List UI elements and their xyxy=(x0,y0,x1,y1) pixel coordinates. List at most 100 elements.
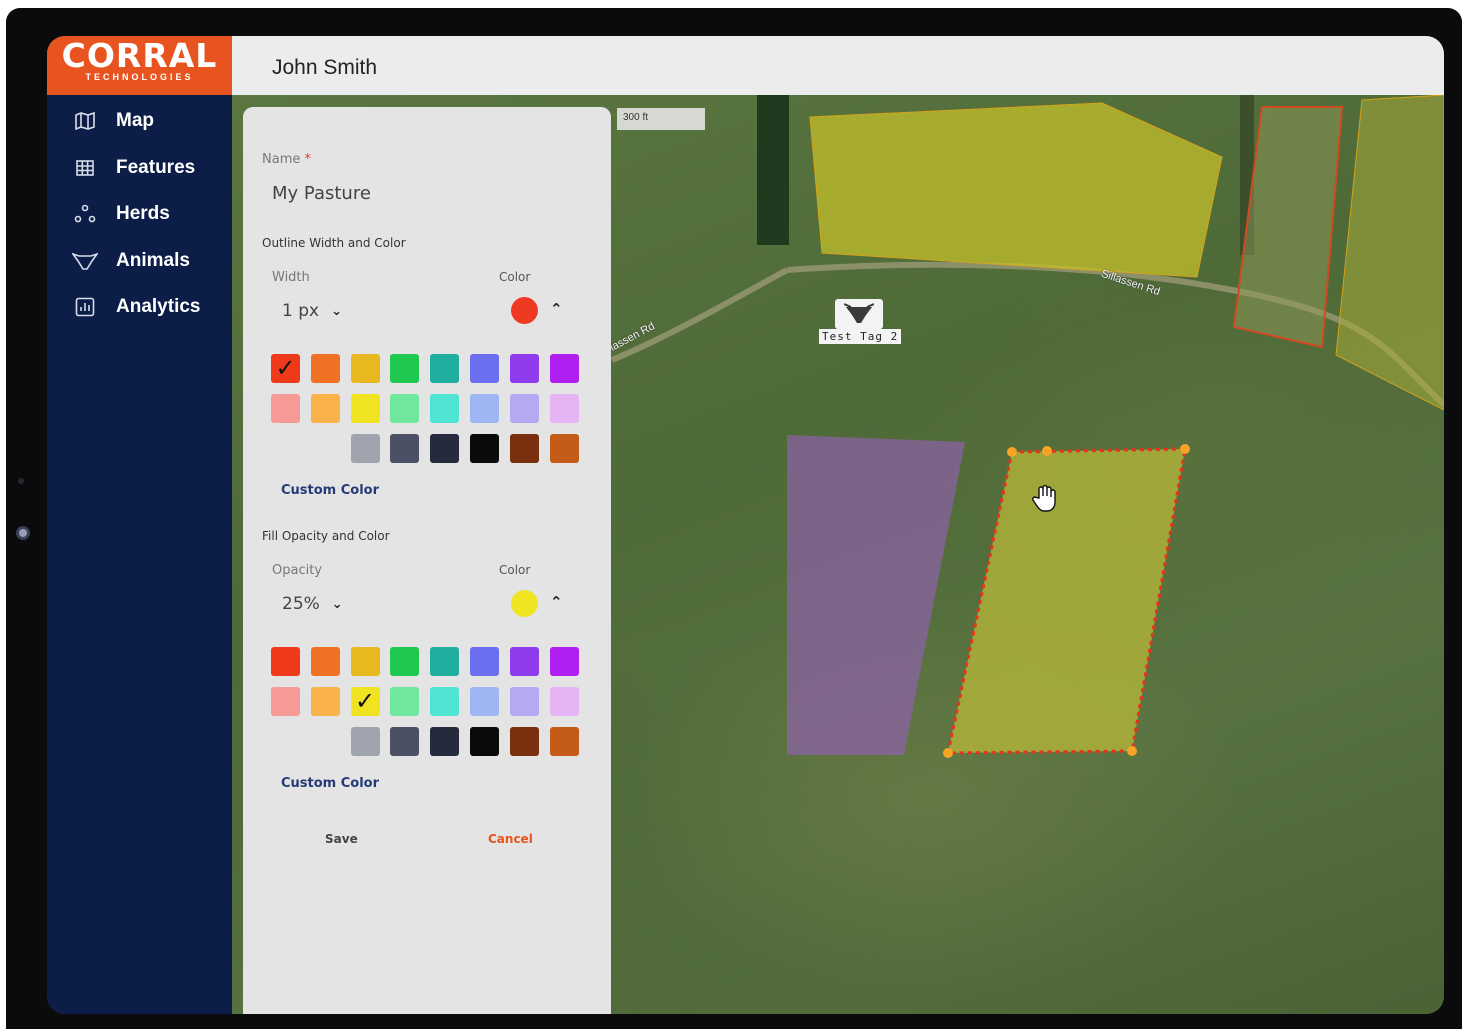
color-swatch[interactable] xyxy=(390,434,420,463)
swatch-row xyxy=(271,394,581,434)
color-swatch[interactable] xyxy=(350,434,380,463)
animal-tag-marker[interactable] xyxy=(835,299,883,329)
opacity-label: Opacity xyxy=(272,563,323,578)
color-swatch[interactable] xyxy=(390,394,420,423)
color-swatch[interactable] xyxy=(310,394,340,423)
far-right-pasture[interactable] xyxy=(1335,95,1444,411)
road-lassen xyxy=(610,267,789,363)
color-swatch[interactable] xyxy=(430,354,460,383)
vertex-handle[interactable] xyxy=(943,748,953,758)
color-swatch[interactable] xyxy=(390,687,420,716)
user-name[interactable]: John Smith xyxy=(272,56,377,80)
color-swatch[interactable] xyxy=(430,727,460,756)
outline-color-swatches: ✓ xyxy=(271,354,581,474)
color-swatch[interactable] xyxy=(470,727,499,756)
color-swatch[interactable] xyxy=(390,647,420,676)
sidebar-item-label: Features xyxy=(116,156,196,178)
color-swatch[interactable] xyxy=(470,687,499,716)
color-swatch[interactable] xyxy=(470,354,499,383)
outline-color-indicator[interactable] xyxy=(511,297,538,324)
outline-section-title: Outline Width and Color xyxy=(262,236,406,250)
color-swatch[interactable] xyxy=(350,394,380,423)
chevron-up-icon[interactable]: ⌃ xyxy=(550,593,563,611)
sidebar-item-analytics[interactable]: Analytics xyxy=(47,284,232,331)
sidebar-item-features[interactable]: Features xyxy=(47,145,232,192)
swatch-row xyxy=(271,434,581,474)
color-swatch[interactable] xyxy=(310,354,340,383)
color-swatch[interactable] xyxy=(390,727,420,756)
grid-icon xyxy=(71,158,99,178)
outline-custom-color-link[interactable]: Custom Color xyxy=(281,483,379,498)
width-dropdown[interactable]: 1 px ⌄ xyxy=(282,301,342,321)
swatch-row: ✓ xyxy=(271,687,581,727)
cancel-button[interactable]: Cancel xyxy=(488,832,533,846)
chevron-up-icon[interactable]: ⌃ xyxy=(550,300,563,318)
opacity-value: 25% xyxy=(282,594,320,614)
sidebar-item-label: Map xyxy=(116,110,154,132)
chevron-down-icon: ⌄ xyxy=(331,596,343,612)
color-swatch[interactable] xyxy=(310,687,340,716)
color-swatch[interactable] xyxy=(430,647,460,676)
vertex-handle[interactable] xyxy=(1007,447,1017,457)
bezel-camera xyxy=(16,526,30,540)
color-swatch[interactable] xyxy=(470,434,499,463)
color-swatch[interactable] xyxy=(470,394,499,423)
color-swatch[interactable] xyxy=(350,354,380,383)
color-swatch[interactable] xyxy=(470,647,499,676)
color-swatch[interactable] xyxy=(509,394,539,423)
color-swatch[interactable] xyxy=(549,687,579,716)
hand-cursor-icon xyxy=(1031,484,1057,518)
check-icon: ✓ xyxy=(355,687,376,715)
cow-icon xyxy=(844,303,874,323)
swatch-row xyxy=(271,727,581,767)
save-button[interactable]: Save xyxy=(325,832,358,846)
opacity-dropdown[interactable]: 25% ⌄ xyxy=(282,594,343,614)
color-swatch[interactable] xyxy=(350,727,380,756)
color-swatch[interactable] xyxy=(549,727,579,756)
chevron-down-icon: ⌄ xyxy=(331,303,342,319)
color-swatch[interactable]: ✓ xyxy=(350,687,380,716)
vertex-handle[interactable] xyxy=(1042,446,1052,456)
color-swatch[interactable] xyxy=(430,434,460,463)
color-swatch[interactable] xyxy=(509,687,539,716)
color-swatch[interactable] xyxy=(390,354,420,383)
color-swatch[interactable] xyxy=(549,354,579,383)
color-swatch[interactable] xyxy=(271,647,300,676)
color-swatch[interactable] xyxy=(509,434,539,463)
sidebar-item-herds[interactable]: Herds xyxy=(47,191,232,238)
color-swatch[interactable] xyxy=(549,434,579,463)
color-swatch[interactable] xyxy=(271,394,300,423)
color-swatch[interactable] xyxy=(509,647,539,676)
map-scale: 300 ft xyxy=(617,108,705,130)
color-swatch[interactable] xyxy=(430,394,460,423)
check-icon: ✓ xyxy=(275,354,296,382)
fill-color-label: Color xyxy=(499,563,531,577)
color-swatch[interactable]: ✓ xyxy=(271,354,300,383)
analytics-icon xyxy=(71,297,99,317)
selected-pasture[interactable] xyxy=(946,447,1187,755)
corral-logo[interactable]: CORRAL TECHNOLOGIES xyxy=(47,36,232,95)
color-swatch[interactable] xyxy=(271,687,300,716)
sidebar-item-map[interactable]: Map xyxy=(47,98,232,145)
vertex-handle[interactable] xyxy=(1180,444,1190,454)
sidebar: CORRAL TECHNOLOGIES Map Features Herds A… xyxy=(47,36,232,1014)
name-input[interactable]: My Pasture xyxy=(272,183,371,204)
fill-section-title: Fill Opacity and Color xyxy=(262,529,390,543)
color-swatch[interactable] xyxy=(350,647,380,676)
color-swatch[interactable] xyxy=(549,394,579,423)
color-swatch[interactable] xyxy=(310,647,340,676)
sidebar-item-label: Analytics xyxy=(116,296,201,318)
sidebar-nav: Map Features Herds Animals Analytics xyxy=(47,98,232,331)
top-pasture[interactable] xyxy=(809,102,1223,278)
purple-pasture[interactable] xyxy=(787,435,965,755)
color-swatch[interactable] xyxy=(430,687,460,716)
fill-custom-color-link[interactable]: Custom Color xyxy=(281,776,379,791)
fill-color-indicator[interactable] xyxy=(511,590,538,617)
width-label: Width xyxy=(272,270,310,285)
color-swatch[interactable] xyxy=(509,354,539,383)
sidebar-item-animals[interactable]: Animals xyxy=(47,238,232,285)
vertex-handle[interactable] xyxy=(1127,746,1137,756)
color-swatch[interactable] xyxy=(549,647,579,676)
required-mark: * xyxy=(304,152,312,167)
color-swatch[interactable] xyxy=(509,727,539,756)
